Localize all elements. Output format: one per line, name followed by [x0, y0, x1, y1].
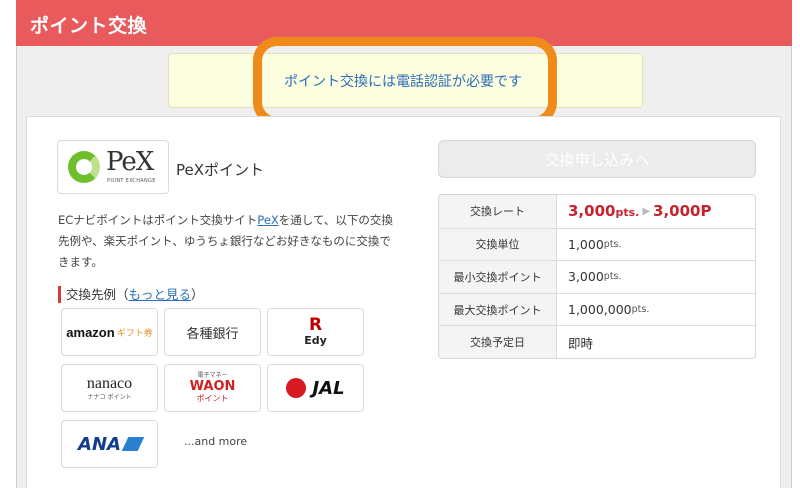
nanaco-text: nanaco — [86, 374, 133, 392]
date-label: 交換予定日 — [439, 326, 557, 358]
amazon-gift-text: ギフト券 — [116, 328, 153, 339]
table-row-unit: 交換単位 1,000 pts. — [439, 227, 755, 261]
ana-text: ANA — [78, 433, 121, 455]
apply-exchange-button[interactable]: 交換申し込みへ — [438, 140, 756, 178]
pex-logo-sub: POINT EXCHANGE — [107, 178, 156, 184]
table-row-date: 交換予定日 即時 — [439, 325, 755, 358]
table-row-rate: 交換レート 3,000 pts. ▶ 3,000P — [439, 195, 755, 228]
min-label: 最小交換ポイント — [439, 261, 557, 293]
rate-label: 交換レート — [439, 195, 557, 228]
page-title: ポイント交換 — [30, 15, 148, 37]
max-value: 1,000,000 pts. — [557, 294, 755, 326]
rate-from-unit: pts. — [615, 206, 640, 220]
examples-heading-suffix: ） — [191, 287, 204, 302]
max-value-unit: pts. — [631, 304, 650, 316]
desc-text-1: ECナビポイントはポイント交換サイト — [58, 213, 258, 227]
date-value-text: 即時 — [568, 335, 594, 351]
examples-heading: 交換先例（もっと見る） — [58, 286, 204, 303]
pex-logo-ring — [68, 151, 100, 183]
examples-heading-prefix: 交換先例（ — [66, 287, 129, 302]
unit-value-number: 1,000 — [568, 236, 604, 252]
date-value: 即時 — [557, 326, 755, 358]
pex-logo-word: PeX — [106, 147, 154, 177]
nanaco-sub: ナナコ ポイント — [87, 393, 132, 401]
pex-point-name: PeXポイント — [176, 161, 265, 179]
tile-bank: 各種銀行 — [164, 308, 261, 356]
table-row-min: 最小交換ポイント 3,000 pts. — [439, 260, 755, 293]
unit-value-unit: pts. — [603, 238, 622, 250]
unit-label: 交換単位 — [439, 228, 557, 261]
arrow-right-icon: ▶ — [642, 205, 651, 217]
more-link[interactable]: もっと見る — [129, 287, 192, 302]
pex-logo: PeX POINT EXCHANGE — [57, 140, 169, 194]
tile-amazon-gift: amazon ギフト券 — [61, 308, 158, 356]
tile-jal: JAL — [267, 364, 364, 412]
exchange-info-table: 交換レート 3,000 pts. ▶ 3,000P 交換単位 1,000 pts. … — [438, 194, 756, 359]
rakuten-r-icon: R — [308, 315, 323, 335]
waon-text: WAON — [189, 379, 236, 394]
waon-sub: ポイント — [196, 394, 229, 403]
tile-edy: R Edy — [267, 308, 364, 356]
rate-to-value: 3,000P — [653, 202, 712, 221]
tile-waon: 電子マネー WAON ポイント — [164, 364, 261, 412]
min-value: 3,000 pts. — [557, 261, 755, 293]
highlight-frame — [253, 37, 557, 126]
jal-crane-icon — [286, 378, 307, 398]
min-value-unit: pts. — [603, 271, 622, 283]
max-label: 最大交換ポイント — [439, 293, 557, 326]
rate-from-value: 3,000 — [568, 202, 616, 221]
rate-value: 3,000 pts. ▶ 3,000P — [557, 195, 755, 228]
bank-text: 各種銀行 — [186, 326, 239, 342]
pex-link[interactable]: PeX — [257, 213, 278, 227]
tile-nanaco: nanaco ナナコ ポイント — [61, 364, 158, 412]
amazon-logo-text: amazon — [66, 324, 115, 340]
max-value-number: 1,000,000 — [568, 302, 632, 318]
unit-value: 1,000 pts. — [557, 229, 755, 261]
ana-stripe-icon — [121, 437, 145, 451]
and-more-text: ...and more — [184, 435, 248, 448]
pex-description: ECナビポイントはポイント交換サイトPeXを通して、以下の交換先例や、楽天ポイン… — [58, 210, 398, 273]
min-value-number: 3,000 — [568, 269, 604, 285]
edy-text: Edy — [304, 334, 327, 347]
jal-text: JAL — [312, 377, 345, 399]
tile-ana: ANA — [61, 420, 158, 468]
table-row-max: 最大交換ポイント 1,000,000 pts. — [439, 292, 755, 326]
